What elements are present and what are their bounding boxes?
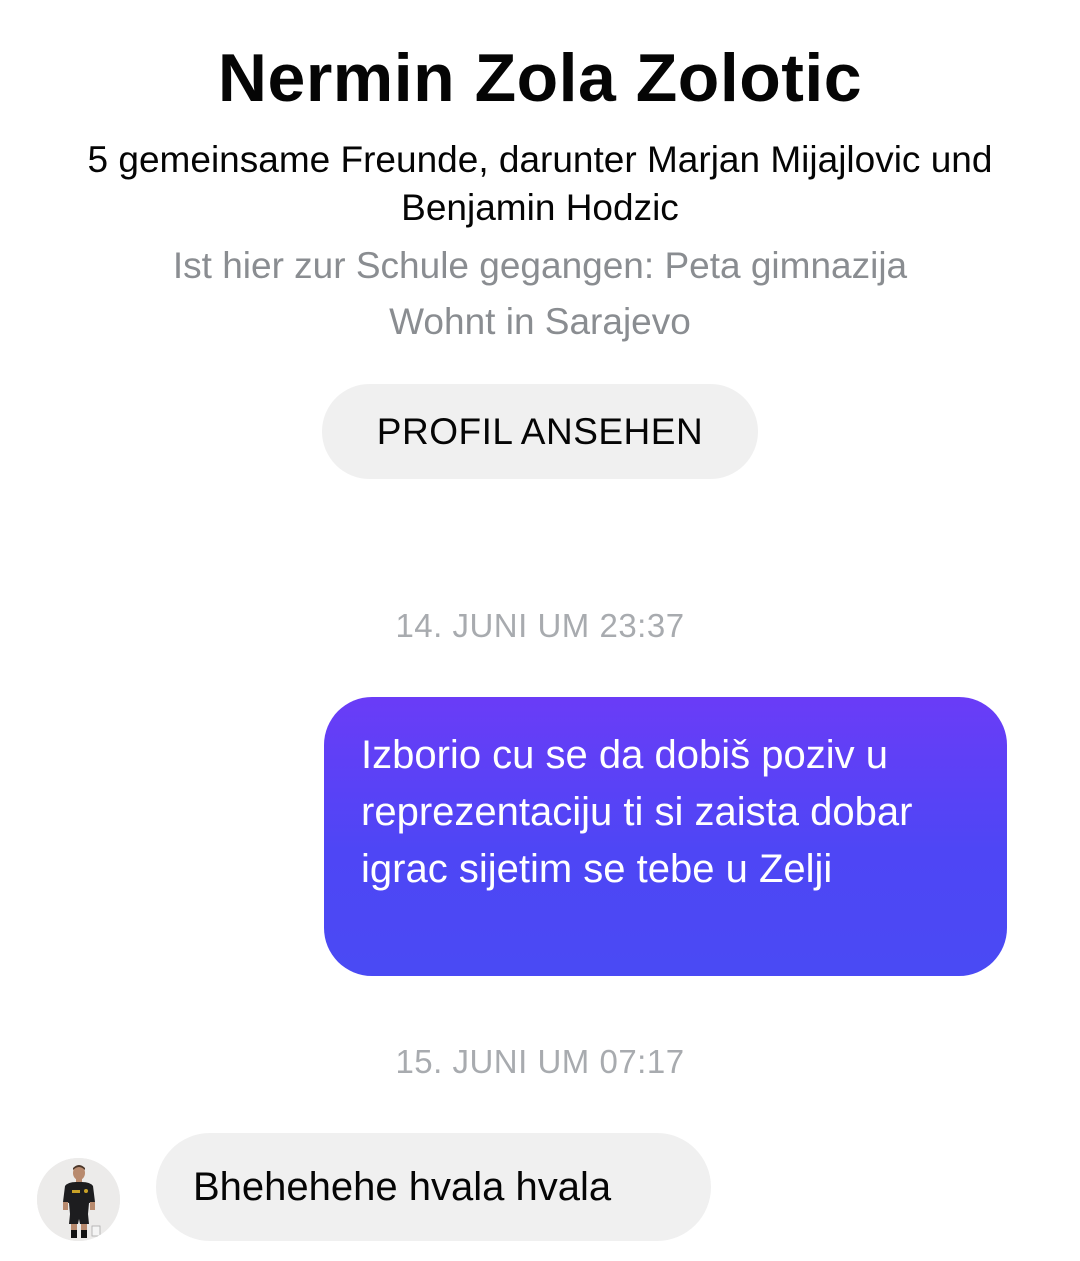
timestamp-divider: 15. JUNI UM 07:17 [395, 1043, 685, 1080]
profile-name: Nermin Zola Zolotic [217, 40, 863, 116]
school-info: Ist hier zur Schule gegangen: Peta gimna… [172, 245, 908, 286]
view-profile-button[interactable]: PROFIL ANSEHEN [322, 384, 758, 479]
hometown-info: Wohnt in Sarajevo [389, 301, 691, 342]
avatar[interactable] [37, 1158, 120, 1241]
sent-message-bubble[interactable]: Izborio cu se da dobiš poziv u reprezent… [324, 697, 1007, 976]
timestamp-divider: 14. JUNI UM 23:37 [395, 607, 685, 644]
mutual-friends-text: 5 gemeinsame Freunde, darunter Marjan Mi… [87, 139, 993, 228]
received-message-bubble[interactable]: Bhehehehe hvala hvala [156, 1133, 711, 1241]
user-avatar-photo-icon [37, 1158, 120, 1241]
